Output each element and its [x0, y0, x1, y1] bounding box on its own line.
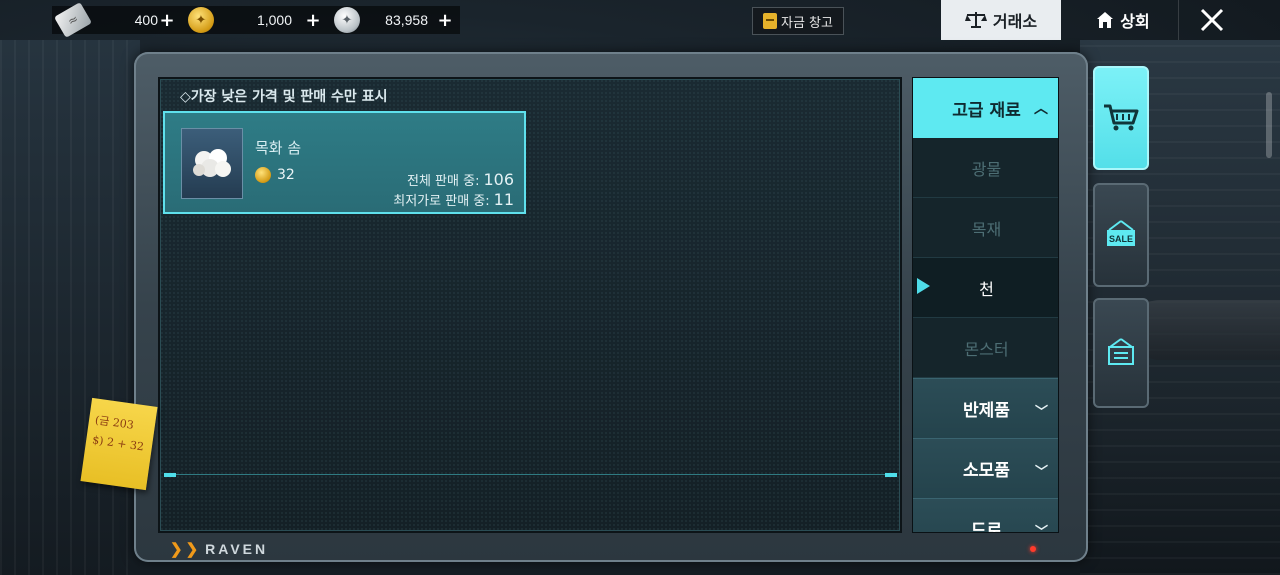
- chevron-down-icon: ﹀: [1034, 405, 1048, 420]
- silver-coin-icon: ✦: [334, 7, 360, 33]
- background-left: [0, 40, 140, 575]
- tab-buy[interactable]: [1093, 66, 1149, 170]
- subcategory-wood[interactable]: 목재: [913, 198, 1058, 258]
- tab-register[interactable]: [1093, 298, 1149, 408]
- gold-value: 1,000: [256, 12, 292, 28]
- total-listing-value: 106: [483, 170, 514, 189]
- register-icon: [1108, 338, 1134, 365]
- add-gold-button[interactable]: +: [304, 10, 322, 31]
- lowest-listing-label: 최저가로 판매 중:: [393, 194, 490, 209]
- lowest-listing-value: 11: [493, 190, 514, 209]
- close-button[interactable]: [1178, 0, 1244, 40]
- category-advanced-materials[interactable]: 고급 재료 ︿: [913, 78, 1058, 138]
- scales-icon: [964, 12, 987, 28]
- chevron-down-icon: ﹀: [1034, 525, 1048, 533]
- top-bar: ≈ 400 + ✦ 1,000 + ✦ 83,958 + 자금 창고 거래소 상…: [0, 0, 1280, 40]
- ticket-value: 400: [134, 12, 158, 28]
- selected-arrow-icon: [917, 278, 930, 294]
- fund-storage-label: 자금 창고: [781, 15, 833, 31]
- category-consumables[interactable]: 소모품 ﹀: [913, 438, 1058, 498]
- cart-icon: [1104, 104, 1139, 131]
- item-name: 목화 솜: [255, 139, 302, 157]
- divider-cap-right: [885, 473, 897, 477]
- status-light: [1030, 546, 1036, 552]
- item-price-value: 32: [277, 167, 295, 183]
- category-main-label: 고급 재료: [952, 100, 1021, 121]
- lowest-listing-row: 최저가로 판매 중: 11: [393, 191, 514, 211]
- sale-tag-text: SALE: [1109, 234, 1133, 244]
- currency-ticket: ≈ 400 +: [52, 2, 182, 38]
- list-divider: [164, 474, 897, 475]
- currency-silver: ✦ 83,958 +: [328, 6, 460, 34]
- item-price: 32: [255, 167, 295, 183]
- sale-tag-icon: SALE: [1107, 220, 1135, 246]
- total-listing-row: 전체 판매 중: 106: [393, 171, 514, 191]
- total-listing-label: 전체 판매 중:: [407, 174, 480, 189]
- category-next[interactable]: 드로 ﹀: [913, 498, 1058, 533]
- tab-guild-shop[interactable]: 상회: [1078, 0, 1168, 40]
- raven-logo: ❯❯ RAVEN: [170, 540, 268, 558]
- subcategory-ore[interactable]: 광물: [913, 138, 1058, 198]
- sticky-note: (금 203 $) 2 + 32: [80, 397, 158, 491]
- item-stats: 전체 판매 중: 106 최저가로 판매 중: 11: [393, 171, 514, 211]
- currency-group: ≈ 400 + ✦ 1,000 + ✦ 83,958 +: [52, 2, 460, 38]
- tab-guild-shop-label: 상회: [1120, 12, 1150, 31]
- item-card[interactable]: 목화 솜 32 전체 판매 중: 106 최저가로 판매 중: 11: [163, 111, 526, 214]
- tab-sell[interactable]: SALE: [1093, 183, 1149, 287]
- cotton-item-icon: [181, 128, 243, 199]
- background-pipe: [1130, 300, 1280, 360]
- ticket-icon: ≈: [54, 2, 92, 38]
- cotton-icon: [193, 148, 231, 177]
- tab-exchange[interactable]: 거래소: [941, 0, 1061, 40]
- chevron-up-icon: ︿: [1034, 101, 1048, 117]
- fund-storage-button[interactable]: 자금 창고: [752, 7, 844, 35]
- add-silver-button[interactable]: +: [436, 10, 454, 31]
- category-panel: 고급 재료 ︿ 광물 목재 천 몬스터 반제품 ﹀ 소모품 ﹀ 드로 ﹀: [912, 77, 1059, 533]
- subcategory-monster[interactable]: 몬스터: [913, 318, 1058, 378]
- raven-logo-text: RAVEN: [205, 541, 269, 557]
- side-scrollbar[interactable]: [1266, 92, 1272, 158]
- category-semi-finished-label: 반제품: [963, 401, 1010, 421]
- divider-cap-left: [164, 473, 176, 477]
- house-icon: [1097, 12, 1114, 28]
- tab-exchange-label: 거래소: [992, 12, 1038, 31]
- currency-gold: ✦ 1,000 +: [182, 6, 328, 34]
- silver-value: 83,958: [385, 12, 428, 28]
- category-semi-finished[interactable]: 반제품 ﹀: [913, 378, 1058, 438]
- add-ticket-button[interactable]: +: [158, 10, 176, 31]
- lowest-price-filter[interactable]: ◇가장 낮은 가격 및 판매 수만 표시: [180, 86, 387, 106]
- raven-logo-mark: ❯❯: [170, 541, 202, 558]
- gold-coin-icon: ✦: [188, 7, 214, 33]
- category-next-label: 드로: [970, 521, 1003, 533]
- gold-coin-icon: [255, 167, 271, 183]
- close-icon: [1200, 8, 1223, 32]
- chevron-down-icon: ﹀: [1034, 465, 1048, 480]
- category-consumables-label: 소모품: [963, 461, 1010, 481]
- subcategory-cloth[interactable]: 천: [913, 258, 1058, 318]
- wallet-icon: [763, 13, 777, 29]
